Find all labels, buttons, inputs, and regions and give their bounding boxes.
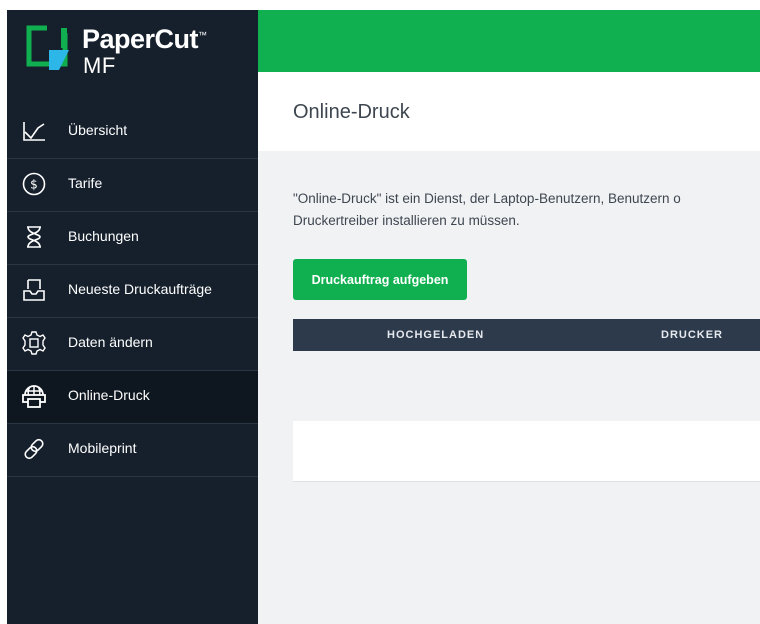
brand-edition: MF (83, 53, 116, 78)
papercut-logo-mark (26, 24, 69, 70)
printer-tray-icon (23, 279, 45, 301)
gear-icon (22, 331, 46, 355)
link-icon (24, 438, 44, 460)
sidebar-item-label: Online-Druck (68, 387, 150, 403)
sidebar-item-tarife[interactable]: $ Tarife (7, 159, 258, 212)
sidebar-item-label: Übersicht (68, 122, 128, 138)
sidebar-item-mobileprint[interactable]: Mobileprint (7, 424, 258, 477)
sidebar-item-label: Daten ändern (68, 334, 153, 350)
app-window: PaperCut™ MF Übersicht $ Tarife Buchunge… (7, 10, 760, 624)
sidebar-item-label: Neueste Druckaufträge (68, 281, 212, 297)
sidebar-item-neueste-druckauftraege[interactable]: Neueste Druckaufträge (7, 265, 258, 318)
chart-line-icon (23, 122, 45, 141)
papercut-logo: PaperCut™ MF (25, 22, 225, 78)
sidebar: PaperCut™ MF Übersicht $ Tarife Buchunge… (7, 10, 258, 624)
top-bar (258, 10, 760, 72)
column-header-printer[interactable]: DRUCKER (661, 329, 723, 341)
description-line: Druckertreiber installieren zu müssen. (293, 213, 520, 228)
brand-name: PaperCut™ (82, 24, 207, 54)
brand-trademark: ™ (198, 30, 207, 40)
jobs-table-header: HOCHGELADEN DRUCKER (293, 319, 760, 351)
web-print-icon (22, 385, 46, 408)
submit-print-job-button[interactable]: Druckauftrag aufgeben (293, 259, 467, 300)
service-description: "Online-Druck" ist ein Dienst, der Lapto… (293, 188, 760, 232)
jobs-table-body (293, 421, 760, 482)
dollar-circle-icon: $ (22, 172, 46, 196)
sidebar-nav: Übersicht $ Tarife Buchungen Neueste Dru… (7, 106, 258, 477)
sidebar-item-uebersicht[interactable]: Übersicht (7, 106, 258, 159)
page-header: Online-Druck (258, 72, 760, 151)
sidebar-item-label: Tarife (68, 175, 103, 191)
page-title: Online-Druck (293, 101, 410, 123)
description-line: "Online-Druck" ist ein Dienst, der Lapto… (293, 191, 681, 206)
svg-text:$: $ (30, 178, 38, 192)
sidebar-item-label: Buchungen (68, 228, 139, 244)
sidebar-item-buchungen[interactable]: Buchungen (7, 212, 258, 265)
column-header-uploaded[interactable]: HOCHGELADEN (387, 329, 484, 341)
hourglass-icon (27, 226, 41, 248)
sidebar-item-label: Mobileprint (68, 440, 137, 456)
sidebar-item-daten-aendern[interactable]: Daten ändern (7, 318, 258, 371)
main-content: "Online-Druck" ist ein Dienst, der Lapto… (258, 151, 760, 624)
sidebar-item-online-druck[interactable]: Online-Druck (7, 371, 258, 424)
